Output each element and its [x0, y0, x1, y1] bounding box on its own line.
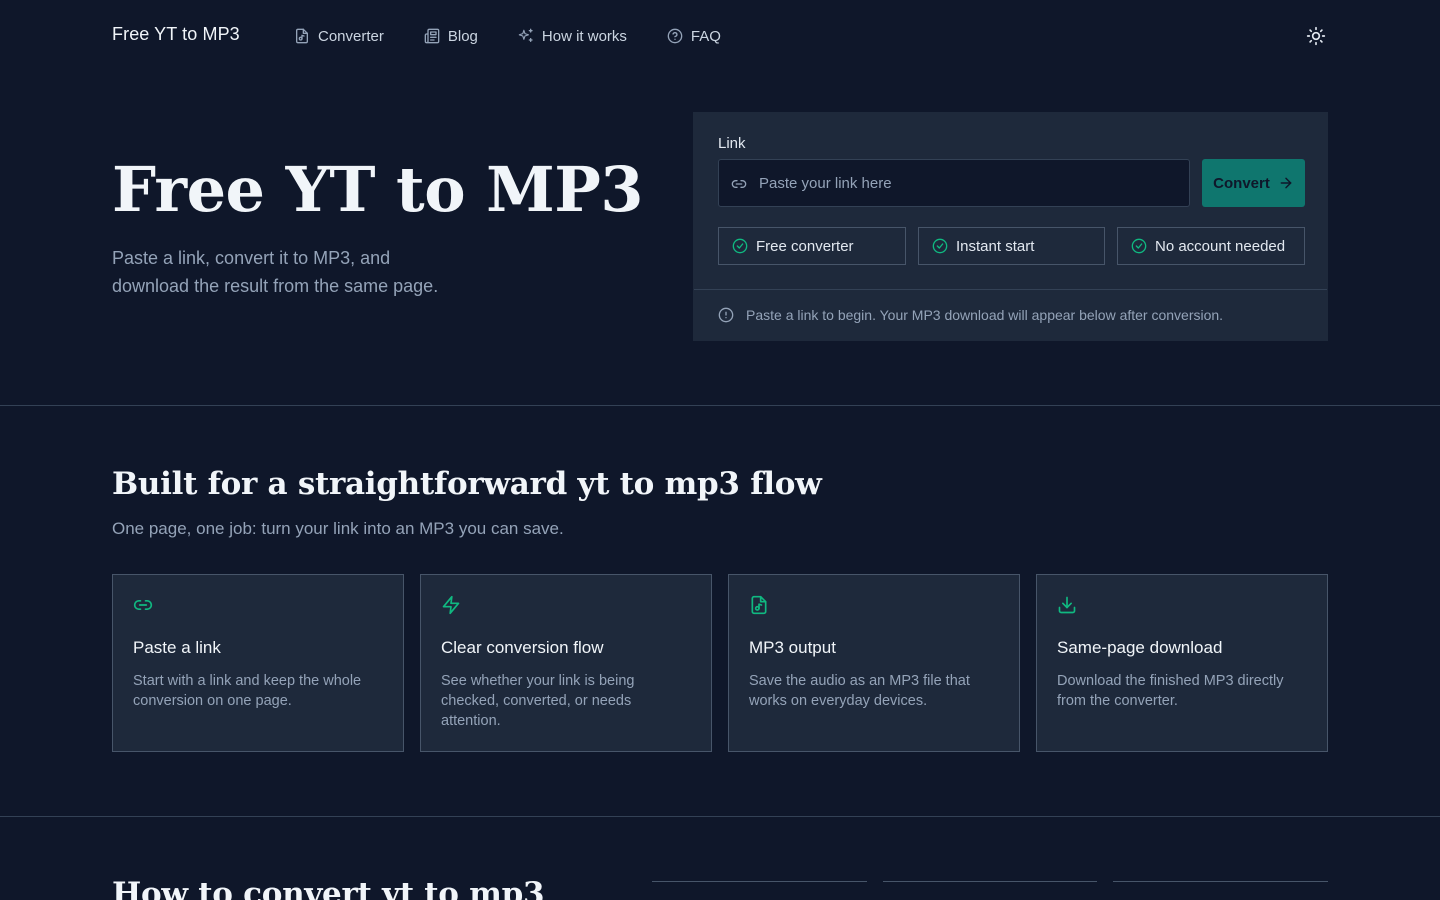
hero-subtitle: Paste a link, convert it to MP3, and dow… [112, 248, 439, 296]
nav-item-blog[interactable]: Blog [424, 26, 478, 46]
sun-icon [1306, 26, 1326, 46]
theme-toggle-button[interactable] [1304, 24, 1328, 48]
chip-label: No account needed [1155, 237, 1286, 255]
feature-card: Same-page download Download the finished… [1036, 574, 1328, 752]
step-divider [1113, 881, 1328, 882]
feature-card: Paste a link Start with a link and keep … [112, 574, 404, 752]
file-audio-icon [294, 28, 310, 44]
link-input[interactable] [759, 160, 1179, 206]
feature-card-title: Paste a link [133, 638, 221, 657]
feature-card-body: Save the audio as an MP3 file that works… [749, 673, 970, 709]
feature-chip-instant: Instant start [918, 227, 1105, 265]
zap-icon [441, 595, 461, 615]
nav-label: Blog [447, 27, 478, 45]
converter-panel: Link Convert Free converter Instant star… [693, 112, 1328, 341]
link-icon [133, 595, 153, 615]
section-divider [0, 816, 1440, 817]
arrow-right-icon [1278, 175, 1294, 191]
panel-divider [694, 289, 1327, 290]
main-nav: Converter Blog How it works FAQ [294, 26, 761, 46]
section-divider [0, 405, 1440, 406]
feature-card-title: Clear conversion flow [441, 638, 604, 657]
link-input-wrapper[interactable] [718, 159, 1190, 207]
help-circle-icon [667, 28, 683, 44]
how-to-title: How to convert yt to mp3 [112, 876, 545, 900]
status-text: Paste a link to begin. Your MP3 download… [746, 307, 1224, 323]
brand-logo-text[interactable]: Free YT to MP3 [112, 24, 240, 45]
site-header: Free YT to MP3 Converter Blog How it wor… [0, 0, 1440, 72]
feature-card-body: Start with a link and keep the whole con… [133, 673, 362, 709]
feature-card: MP3 output Save the audio as an MP3 file… [728, 574, 1020, 752]
link-label: Link [718, 135, 746, 152]
nav-item-faq[interactable]: FAQ [667, 26, 721, 46]
nav-item-converter[interactable]: Converter [294, 26, 384, 46]
check-circle-icon [1131, 238, 1147, 254]
nav-label: How it works [541, 27, 627, 45]
feature-card-title: MP3 output [749, 638, 836, 657]
sparkles-icon [518, 28, 534, 44]
feature-card-body: Download the finished MP3 directly from … [1057, 673, 1284, 709]
nav-item-how-it-works[interactable]: How it works [518, 26, 627, 46]
step-divider [652, 881, 867, 882]
step-divider [883, 881, 1097, 882]
feature-card-body: See whether your link is being checked, … [441, 673, 635, 729]
link-icon [731, 176, 747, 192]
hero-title: Free YT to MP3 [112, 153, 644, 226]
status-message: Paste a link to begin. Your MP3 download… [718, 307, 1223, 323]
features-title: Built for a straightforward yt to mp3 fl… [112, 466, 822, 502]
chip-label: Instant start [956, 237, 1035, 255]
download-icon [1057, 595, 1077, 615]
check-circle-icon [732, 238, 748, 254]
newspaper-icon [424, 28, 440, 44]
chip-label: Free converter [756, 237, 854, 255]
info-circle-icon [718, 307, 734, 323]
file-audio-icon [749, 595, 769, 615]
feature-card-title: Same-page download [1057, 638, 1223, 657]
nav-label: FAQ [690, 27, 721, 45]
convert-button-label: Convert [1213, 174, 1270, 192]
check-circle-icon [932, 238, 948, 254]
nav-label: Converter [318, 27, 384, 45]
feature-card: Clear conversion flow See whether your l… [420, 574, 712, 752]
convert-button[interactable]: Convert [1202, 159, 1305, 207]
feature-chip-no-account: No account needed [1117, 227, 1305, 265]
features-subtitle: One page, one job: turn your link into a… [112, 519, 564, 538]
feature-chip-free: Free converter [718, 227, 906, 265]
